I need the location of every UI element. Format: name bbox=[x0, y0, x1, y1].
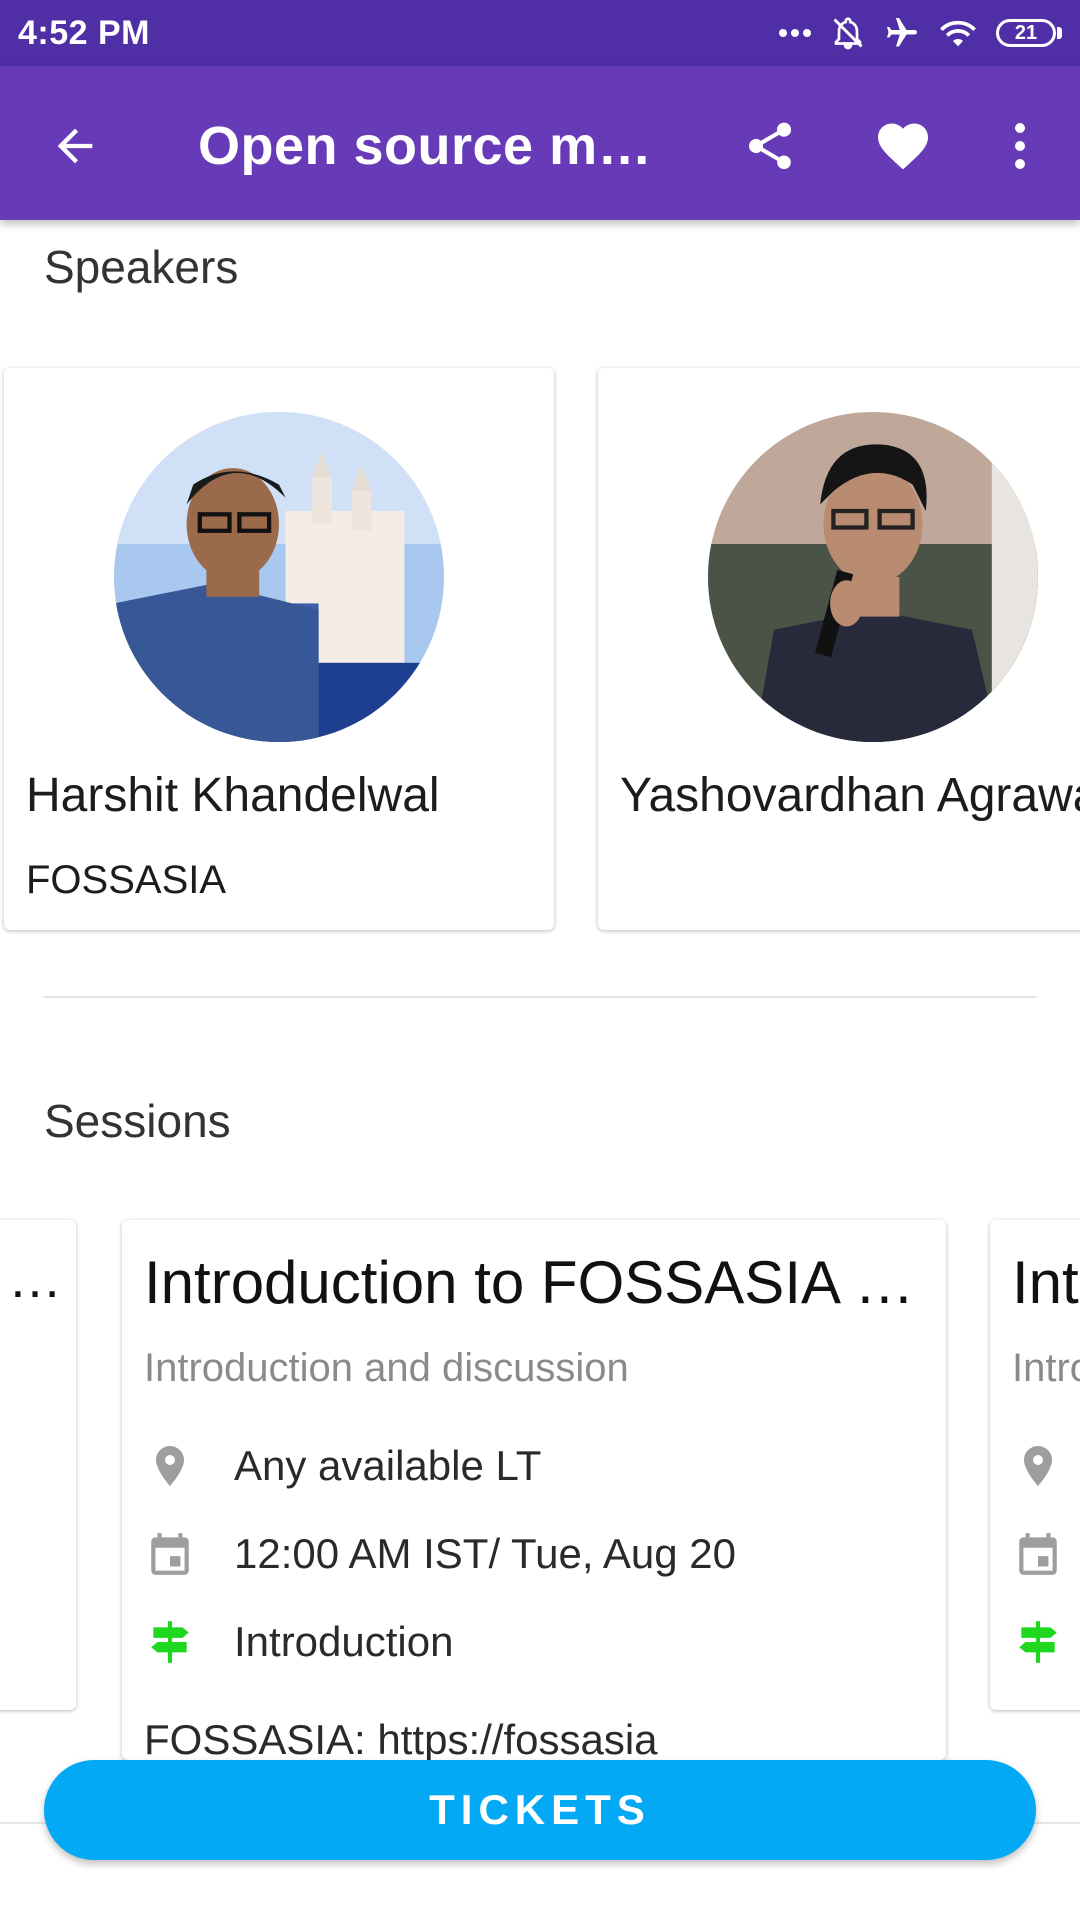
location-pin-icon bbox=[144, 1440, 196, 1492]
session-title: Introduction to FOSSASIA and Open Source bbox=[144, 1249, 924, 1316]
status-bar: 4:52 PM 21 bbox=[0, 0, 1080, 66]
location-pin-icon bbox=[1012, 1440, 1064, 1492]
more-vert-icon bbox=[1015, 123, 1025, 169]
session-card[interactable]: … bbox=[0, 1220, 76, 1710]
app-bar-title: Open source meetup bbox=[198, 116, 668, 176]
session-datetime-row: 12:00 AM IST/ Tue, Aug 20 bbox=[144, 1528, 736, 1580]
session-title: … bbox=[8, 1249, 62, 1309]
favorite-button[interactable] bbox=[868, 111, 938, 181]
share-icon bbox=[748, 122, 792, 170]
speaker-card[interactable]: Yashovardhan Agrawal bbox=[598, 368, 1080, 930]
speaker-name: Harshit Khandelwal bbox=[26, 769, 440, 822]
back-button[interactable] bbox=[40, 111, 110, 181]
airplane-icon bbox=[884, 15, 920, 51]
calendar-icon bbox=[1012, 1528, 1064, 1580]
speaker-avatar bbox=[114, 412, 444, 742]
session-location-row: Any available LT bbox=[144, 1440, 541, 1492]
session-track-row bbox=[1012, 1616, 1064, 1668]
section-divider bbox=[44, 996, 1036, 998]
session-datetime: 12:00 AM IST/ Tue, Aug 20 bbox=[234, 1530, 736, 1577]
session-track: Introduction bbox=[234, 1618, 454, 1665]
session-track-row: Introduction bbox=[144, 1616, 453, 1668]
session-description: FOSSASIA: https://fossasia bbox=[144, 1716, 658, 1760]
notifications-off-icon bbox=[830, 15, 866, 51]
speaker-organization: FOSSASIA bbox=[26, 858, 227, 902]
app-bar: Open source meetup bbox=[0, 66, 1080, 220]
speakers-section-title: Speakers bbox=[44, 241, 239, 293]
status-time: 4:52 PM bbox=[18, 13, 150, 52]
session-card[interactable]: Int Intro bbox=[990, 1220, 1080, 1710]
wifi-icon bbox=[938, 16, 978, 50]
session-datetime-row bbox=[1012, 1528, 1064, 1580]
status-icons: 21 bbox=[778, 15, 1062, 51]
calendar-icon bbox=[144, 1528, 196, 1580]
arrow-back-icon bbox=[57, 128, 93, 164]
share-button[interactable] bbox=[735, 111, 805, 181]
battery-level: 21 bbox=[996, 19, 1056, 47]
session-title: Int bbox=[1012, 1249, 1079, 1316]
session-location: Any available LT bbox=[234, 1442, 542, 1489]
battery-icon: 21 bbox=[996, 19, 1062, 47]
session-subtitle: Introduction and discussion bbox=[144, 1346, 629, 1390]
tickets-button[interactable]: TICKETS bbox=[44, 1760, 1036, 1860]
sessions-section-title: Sessions bbox=[44, 1095, 231, 1147]
more-dots-icon bbox=[778, 28, 812, 38]
speaker-avatar bbox=[708, 412, 1038, 742]
signpost-icon bbox=[144, 1616, 196, 1668]
session-subtitle: Intro bbox=[1012, 1346, 1080, 1390]
session-card[interactable]: Introduction to FOSSASIA and Open Source… bbox=[122, 1220, 946, 1760]
event-details-screen: 4:52 PM 21 Open source meetup bbox=[0, 0, 1080, 1920]
heart-icon bbox=[878, 123, 928, 170]
speaker-name: Yashovardhan Agrawal bbox=[620, 769, 1080, 822]
session-location-row bbox=[1012, 1440, 1064, 1492]
signpost-icon bbox=[1012, 1616, 1064, 1668]
more-options-button[interactable] bbox=[1000, 111, 1040, 181]
speaker-card[interactable]: Harshit Khandelwal FOSSASIA bbox=[4, 368, 554, 930]
